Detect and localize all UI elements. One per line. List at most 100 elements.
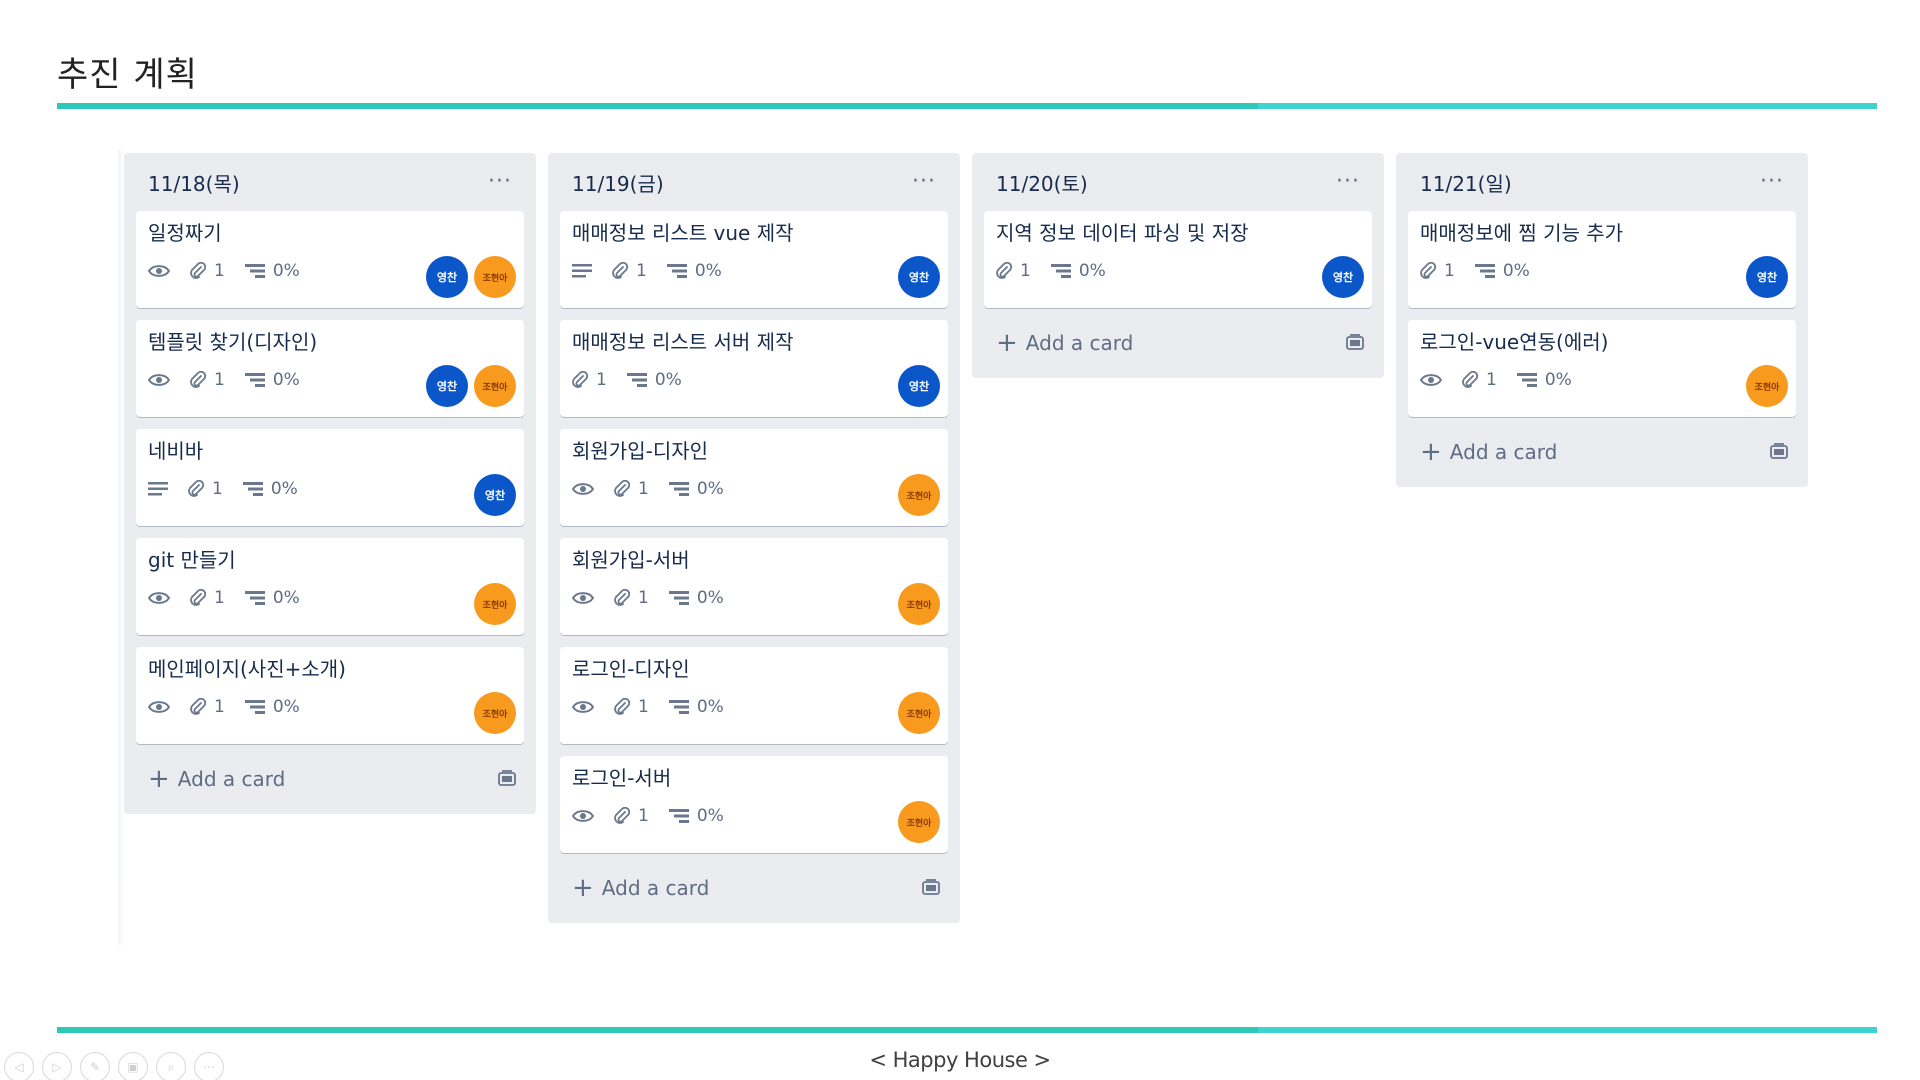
card-title: 매매정보 리스트 서버 제작 (572, 330, 794, 354)
card-members: 영찬 (1746, 256, 1788, 298)
card-title: 로그인-서버 (572, 766, 672, 790)
add-card-button[interactable]: + Add a card (136, 756, 524, 802)
paperclip-icon (996, 262, 1012, 280)
avatar[interactable]: 영찬 (426, 256, 468, 298)
zoom-icon[interactable]: ⌕ (156, 1052, 186, 1080)
paperclip-icon (614, 807, 630, 825)
more-options-icon[interactable]: ⋯ (194, 1052, 224, 1080)
paperclip-icon (190, 698, 206, 716)
avatar[interactable]: 영찬 (474, 474, 516, 516)
add-card-label: Add a card (1449, 440, 1558, 464)
attachment-count: 1 (212, 479, 223, 499)
ellipsis-icon[interactable]: ··· (488, 171, 512, 193)
checklist-icon (244, 591, 265, 605)
previous-slide-icon[interactable]: ◁ (4, 1052, 34, 1080)
checklist-progress: 0% (696, 697, 724, 717)
avatar[interactable]: 조현아 (898, 801, 940, 843)
paperclip-icon (572, 371, 588, 389)
add-card-button[interactable]: + Add a card (984, 320, 1372, 366)
card[interactable]: 네비바 1 0% 영찬 (136, 429, 524, 526)
avatar[interactable]: 조현아 (474, 256, 516, 298)
kanban-board: 11/18(목) ··· 일정짜기 1 0% 영찬 조현아 템플릿 찾기(디자인… (124, 153, 1824, 943)
ellipsis-icon[interactable]: ··· (1760, 171, 1784, 193)
card[interactable]: 매매정보 리스트 서버 제작 1 0% 영찬 (560, 320, 948, 417)
eye-icon (148, 264, 170, 278)
card-badges: 1 0% (148, 261, 320, 281)
card-members: 조현아 (1746, 365, 1788, 407)
add-card-button[interactable]: + Add a card (560, 865, 948, 911)
card-members: 조현아 (898, 801, 940, 843)
card[interactable]: 매매정보에 찜 기능 추가 1 0% 영찬 (1408, 211, 1796, 308)
card[interactable]: 회원가입-디자인 1 0% 조현아 (560, 429, 948, 526)
card-badges: 1 0% (572, 806, 744, 826)
top-divider (57, 103, 1877, 109)
checklist-progress: 0% (272, 370, 300, 390)
avatar[interactable]: 조현아 (474, 692, 516, 734)
card[interactable]: 로그인-vue연동(에러) 1 0% 조현아 (1408, 320, 1796, 417)
card[interactable]: 템플릿 찾기(디자인) 1 0% 영찬 조현아 (136, 320, 524, 417)
avatar[interactable]: 조현아 (1746, 365, 1788, 407)
avatar[interactable]: 조현아 (474, 583, 516, 625)
slide: 추진 계획 11/18(목) ··· 일정짜기 1 0% 영찬 조현아 템플릿 … (0, 0, 1920, 1080)
list-title[interactable]: 11/18(목) (148, 168, 240, 197)
attachment-badge: 1 (612, 261, 647, 281)
card-title: 일정짜기 (148, 221, 222, 245)
card-template-icon[interactable] (922, 876, 940, 900)
eye-icon (572, 482, 594, 496)
list-11-20: 11/20(토) ··· 지역 정보 데이터 파싱 및 저장 1 0% 영찬 +… (972, 153, 1384, 378)
avatar[interactable]: 조현아 (898, 692, 940, 734)
avatar[interactable]: 조현아 (898, 474, 940, 516)
avatar[interactable]: 조현아 (898, 583, 940, 625)
slides-grid-icon[interactable]: ▣ (118, 1052, 148, 1080)
next-slide-icon[interactable]: ▷ (42, 1052, 72, 1080)
ellipsis-icon[interactable]: ··· (1336, 171, 1360, 193)
card[interactable]: git 만들기 1 0% 조현아 (136, 538, 524, 635)
avatar[interactable]: 영찬 (898, 365, 940, 407)
checklist-icon (1516, 373, 1537, 387)
list-title[interactable]: 11/20(토) (996, 168, 1088, 197)
description-icon (148, 482, 168, 496)
card-members: 영찬 (1322, 256, 1364, 298)
list-11-19: 11/19(금) ··· 매매정보 리스트 vue 제작 1 0% 영찬 매매정… (548, 153, 960, 923)
attachment-count: 1 (638, 806, 649, 826)
checklist-badge: 0% (244, 588, 300, 608)
paperclip-icon (614, 589, 630, 607)
card[interactable]: 매매정보 리스트 vue 제작 1 0% 영찬 (560, 211, 948, 308)
list-title[interactable]: 11/19(금) (572, 168, 664, 197)
attachment-badge: 1 (190, 697, 225, 717)
pen-icon[interactable]: ✎ (80, 1052, 110, 1080)
checklist-progress: 0% (270, 479, 298, 499)
card[interactable]: 회원가입-서버 1 0% 조현아 (560, 538, 948, 635)
card[interactable]: 메인페이지(사진+소개) 1 0% 조현아 (136, 647, 524, 744)
card[interactable]: 로그인-디자인 1 0% 조현아 (560, 647, 948, 744)
card-badges: 1 0% (996, 261, 1126, 281)
checklist-icon (666, 264, 687, 278)
checklist-progress: 0% (696, 479, 724, 499)
checklist-icon (1474, 264, 1495, 278)
add-card-label: Add a card (177, 767, 286, 791)
attachment-count: 1 (638, 588, 649, 608)
checklist-progress: 0% (696, 588, 724, 608)
checklist-badge: 0% (668, 697, 724, 717)
avatar[interactable]: 영찬 (1746, 256, 1788, 298)
card-template-icon[interactable] (1770, 440, 1788, 464)
card[interactable]: 일정짜기 1 0% 영찬 조현아 (136, 211, 524, 308)
card-members: 영찬 (898, 365, 940, 407)
ellipsis-icon[interactable]: ··· (912, 171, 936, 193)
add-card-button[interactable]: + Add a card (1408, 429, 1796, 475)
card-title: 회원가입-서버 (572, 548, 690, 572)
card-template-icon[interactable] (498, 767, 516, 791)
attachment-count: 1 (1444, 261, 1455, 281)
avatar[interactable]: 영찬 (898, 256, 940, 298)
avatar[interactable]: 조현아 (474, 365, 516, 407)
card-badges: 1 0% (1420, 261, 1550, 281)
card-template-icon[interactable] (1346, 331, 1364, 355)
attachment-badge: 1 (614, 806, 649, 826)
eye-icon (1420, 373, 1442, 387)
card[interactable]: 로그인-서버 1 0% 조현아 (560, 756, 948, 853)
avatar[interactable]: 영찬 (426, 365, 468, 407)
card-title: 로그인-디자인 (572, 657, 690, 681)
card[interactable]: 지역 정보 데이터 파싱 및 저장 1 0% 영찬 (984, 211, 1372, 308)
avatar[interactable]: 영찬 (1322, 256, 1364, 298)
list-title[interactable]: 11/21(일) (1420, 168, 1512, 197)
